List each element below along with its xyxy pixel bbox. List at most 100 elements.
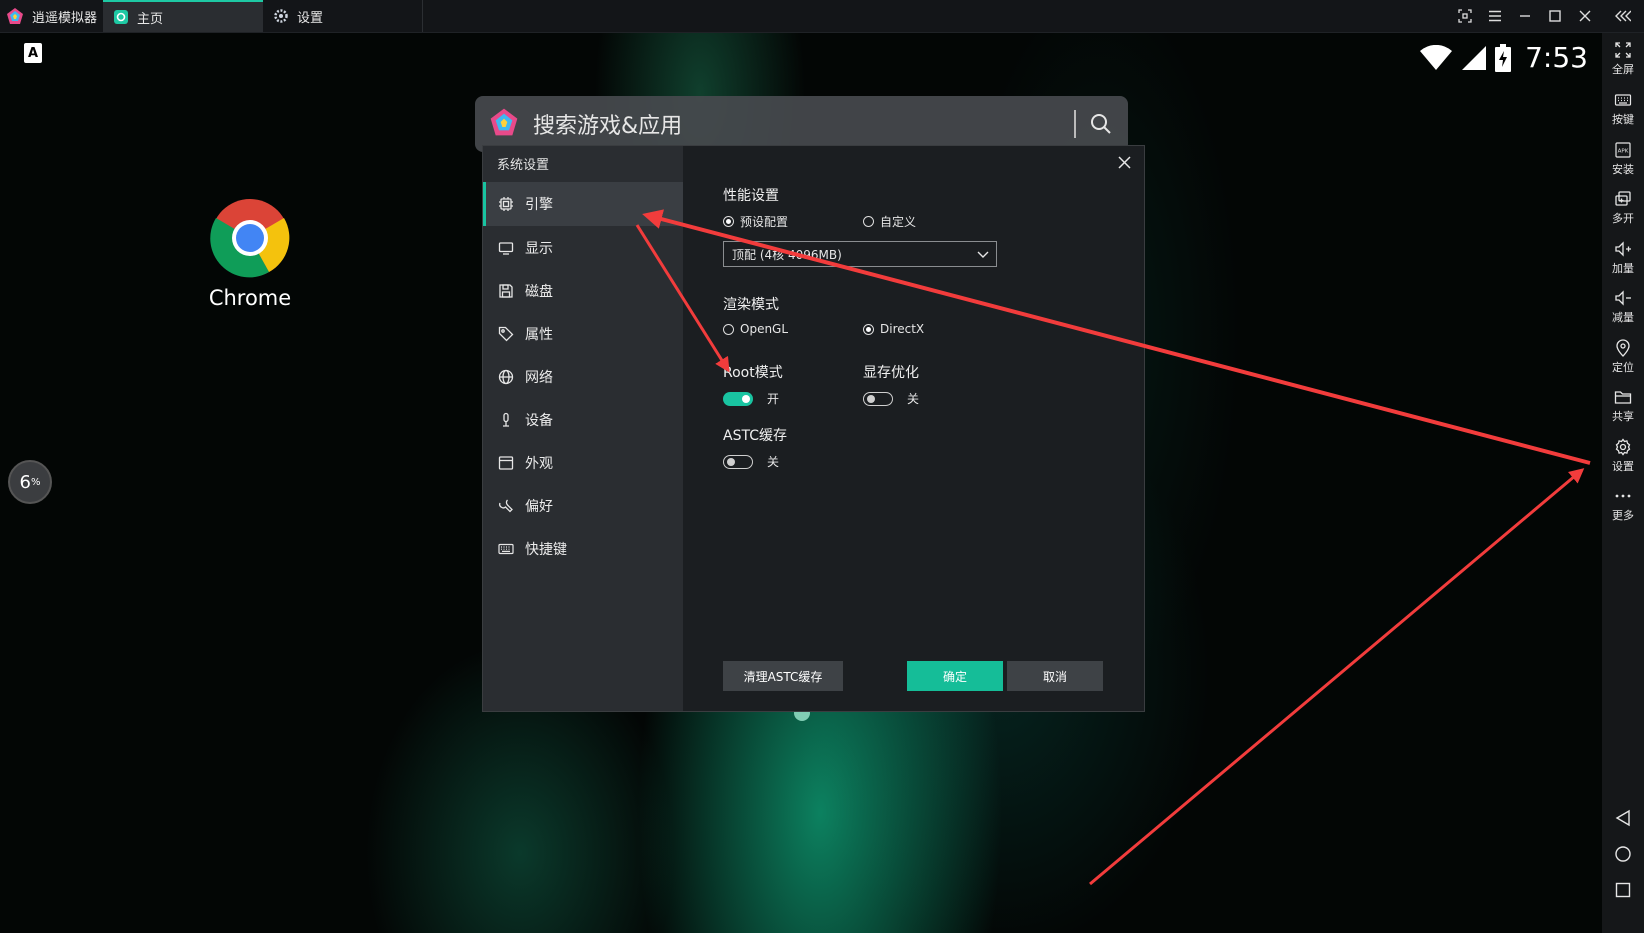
search-input[interactable]: 搜索游戏&应用 [533,108,1074,140]
toolbar-volume-up[interactable]: 加量 [1602,240,1644,276]
performance-unit: % [30,476,41,488]
toolbar-label: 按键 [1612,113,1634,126]
sidebar-item-label: 偏好 [525,499,553,515]
radio-dot [863,323,874,335]
maximize-button[interactable] [1540,0,1570,32]
preset-value: 顶配 (4核 4096MB) [732,247,842,262]
toggle-switch [863,391,893,406]
toolbar-fullscreen[interactable]: 全屏 [1602,41,1644,77]
toolbar-install[interactable]: APK 安装 [1602,141,1644,177]
more-icon [1615,494,1631,498]
toolbar-label: 更多 [1612,509,1634,522]
radio-preset[interactable]: 预设配置 [723,213,788,230]
performance-title: 性能设置 [723,188,779,204]
input-method-icon: A [24,43,42,63]
radio-label: 自定义 [880,215,917,229]
sidebar-item-label: 外观 [525,456,553,472]
toolbar-share[interactable]: 共享 [1602,388,1644,424]
tab-home[interactable]: 主页 [103,0,263,32]
close-icon [1117,155,1131,169]
sidebar-item-label: 网络 [525,370,553,386]
sidebar-item-appearance[interactable]: 外观 [483,441,683,485]
astc-title: ASTC缓存 [723,428,787,444]
search-bar[interactable]: 搜索游戏&应用 [475,96,1128,152]
toolbar-more[interactable]: 更多 [1602,487,1644,523]
radio-custom[interactable]: 自定义 [863,213,916,230]
wifi-icon [1420,44,1453,70]
microphone-icon [497,411,515,429]
sidebar-item-properties[interactable]: 属性 [483,312,683,356]
android-screen[interactable]: A 7:53 搜索游戏&应用 Chrome 6% 系统设置 引擎 显示 磁盘 属… [0,33,1602,933]
tab-settings[interactable]: 设置 [263,0,423,32]
title-bar: 逍遥模拟器 主页 设置 [0,0,1644,33]
render-title: 渲染模式 [723,297,779,313]
toggle-switch [723,454,753,469]
menu-button[interactable] [1480,0,1510,32]
close-window-button[interactable] [1570,0,1600,32]
nav-recents-button[interactable] [1613,880,1633,900]
toolbar-label: 全屏 [1612,63,1634,76]
dialog-close-button[interactable] [1114,152,1134,172]
minimize-icon [1520,15,1530,17]
toolbar-label: 安装 [1612,163,1634,176]
radio-label: 预设配置 [740,215,789,229]
folder-icon [1614,391,1632,404]
preset-dropdown[interactable]: 顶配 (4核 4096MB) [723,241,997,267]
sidebar-item-engine[interactable]: 引擎 [483,182,683,226]
close-icon [1579,10,1591,22]
screenshot-region-button[interactable] [1450,0,1480,32]
app-icon-chrome[interactable]: Chrome [200,198,300,310]
toggle-state: 开 [767,392,780,406]
sidebar-item-label: 引擎 [525,197,553,213]
toolbar-label: 多开 [1612,212,1634,225]
settings-dialog: 系统设置 引擎 显示 磁盘 属性 网络 设备 外观 偏好 快捷键 性能设置 预设… [482,145,1145,712]
sidebar-item-network[interactable]: 网络 [483,355,683,399]
confirm-button[interactable]: 确定 [907,661,1003,691]
radio-dot [863,216,874,227]
toggle-switch [723,391,753,406]
multi-instance-icon [1615,191,1631,206]
nav-home-button[interactable] [1613,844,1633,864]
back-triangle-icon [1615,809,1630,827]
keyboard-icon [497,540,515,558]
sidebar-item-preferences[interactable]: 偏好 [483,484,683,528]
performance-badge[interactable]: 6% [8,460,52,504]
wrench-icon [497,497,515,515]
collapse-toolbar-button[interactable] [1608,0,1638,32]
toolbar-multi-instance[interactable]: 多开 [1602,190,1644,226]
toolbar-location[interactable]: 定位 [1602,339,1644,375]
sidebar-item-hotkeys[interactable]: 快捷键 [483,527,683,571]
tag-icon [497,325,515,343]
search-icon[interactable] [1090,113,1112,135]
volume-down-icon [1615,290,1631,306]
battery-charging-icon [1495,43,1512,72]
vram-toggle[interactable]: 关 [863,390,919,407]
root-toggle[interactable]: 开 [723,390,779,407]
toolbar-settings[interactable]: 设置 [1602,438,1644,474]
toolbar-keymap[interactable]: 按键 [1602,91,1644,127]
radio-directx[interactable]: DirectX [863,322,924,336]
sidebar-item-label: 设备 [525,413,553,429]
dialog-title: 系统设置 [497,158,550,173]
globe-icon [497,368,515,386]
right-toolbar: 全屏 按键 APK 安装 多开 加量 减量 定位 共享 设置 更多 [1602,33,1644,933]
hamburger-icon [1489,10,1501,22]
radio-opengl[interactable]: OpenGL [723,322,788,336]
sidebar-item-device[interactable]: 设备 [483,398,683,442]
chevron-down-icon [977,251,989,258]
toolbar-label: 减量 [1612,311,1634,324]
tab-settings-label: 设置 [297,10,324,26]
window-icon [497,454,515,472]
clear-astc-button[interactable]: 清理ASTC缓存 [723,661,843,691]
sidebar-item-disk[interactable]: 磁盘 [483,269,683,313]
nav-back-button[interactable] [1613,808,1633,828]
minimize-button[interactable] [1510,0,1540,32]
gear-icon [273,8,289,24]
toolbar-volume-down[interactable]: 减量 [1602,289,1644,325]
app-title-tab[interactable]: 逍遥模拟器 [0,0,103,32]
astc-toggle[interactable]: 关 [723,453,779,470]
toggle-state: 关 [767,455,780,469]
settings-sidebar: 系统设置 引擎 显示 磁盘 属性 网络 设备 外观 偏好 快捷键 [483,146,683,711]
sidebar-item-display[interactable]: 显示 [483,226,683,270]
cancel-button[interactable]: 取消 [1007,661,1103,691]
